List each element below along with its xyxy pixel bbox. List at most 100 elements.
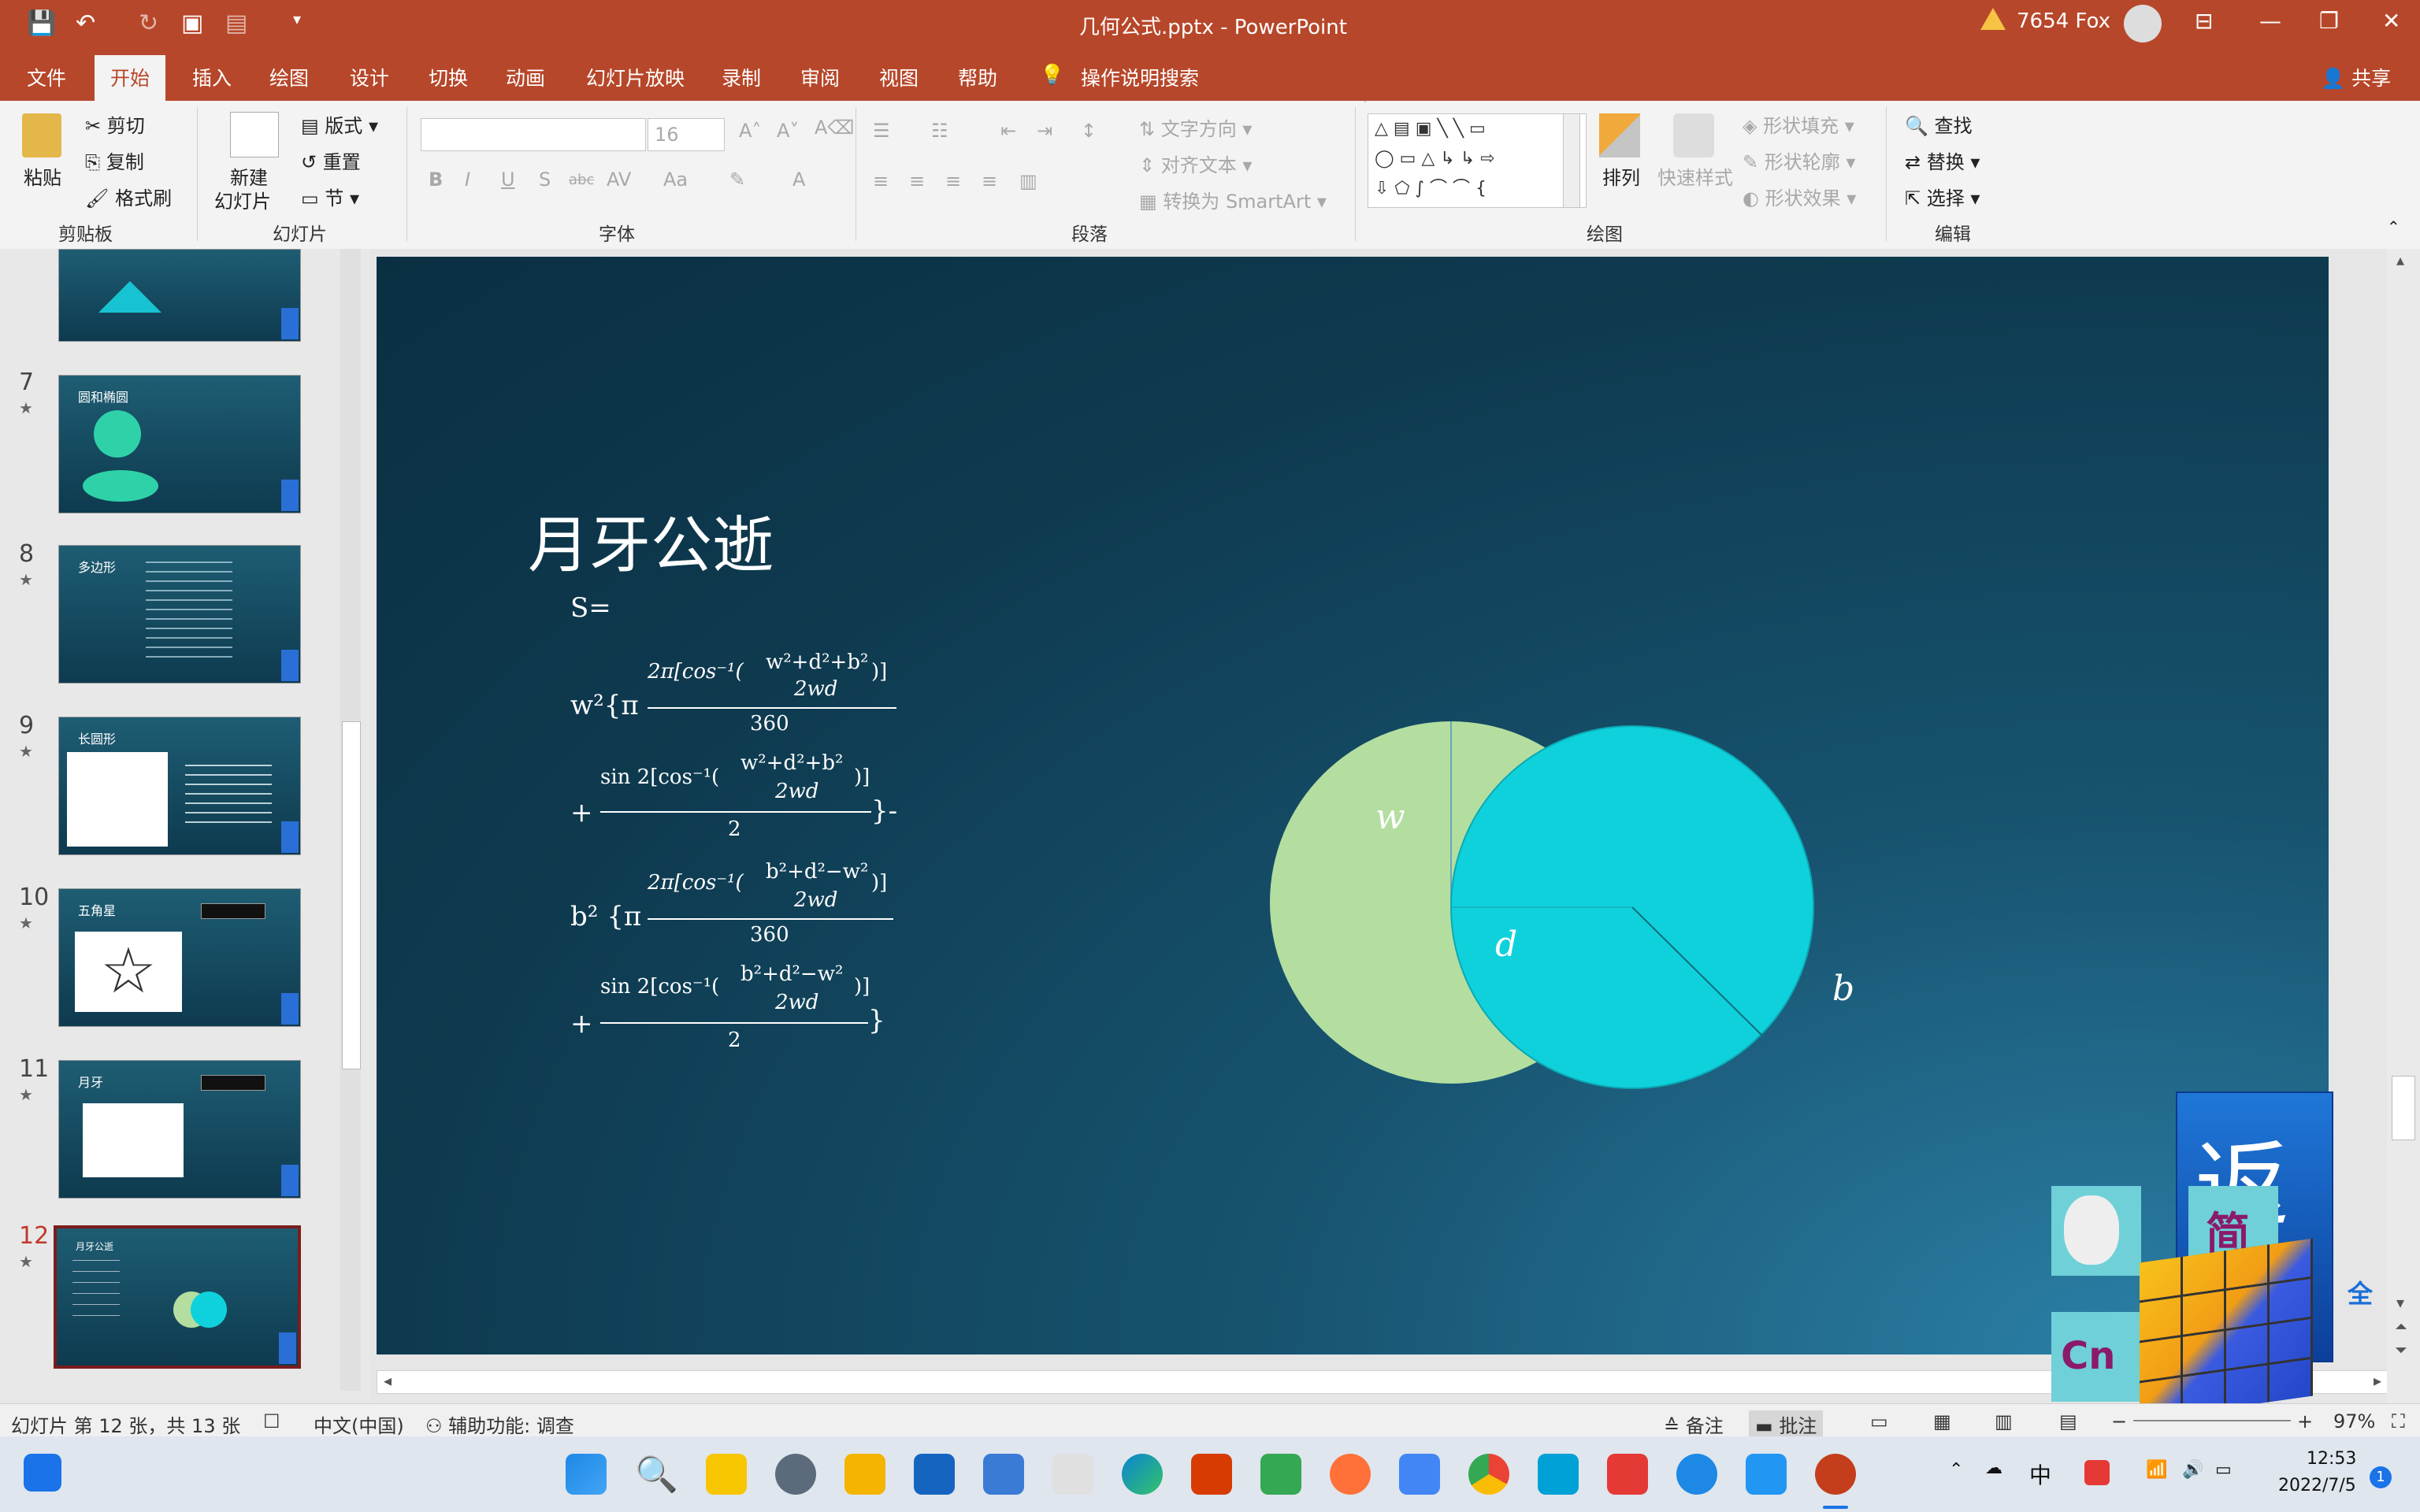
tab-slideshow[interactable]: 幻灯片放映 bbox=[586, 63, 685, 91]
shadow-icon[interactable]: S bbox=[539, 169, 551, 191]
scroll-handle[interactable] bbox=[2392, 1076, 2415, 1140]
ime-skin-button[interactable] bbox=[2051, 1186, 2141, 1276]
normal-view-icon[interactable]: ▭ bbox=[1870, 1410, 1888, 1432]
cut-button[interactable]: ✂ 剪切 bbox=[85, 110, 145, 138]
notes-button[interactable]: ≙ 备注 bbox=[1664, 1410, 1724, 1438]
tray-overflow-icon[interactable]: ⌃ bbox=[1949, 1460, 1963, 1480]
shape-effects-button[interactable]: ◐ 形状效果 ▾ bbox=[1743, 183, 1856, 210]
font-shrink-icon[interactable]: A˅ bbox=[777, 120, 799, 142]
font-size-input[interactable]: 16 bbox=[648, 118, 725, 151]
tab-transitions[interactable]: 切换 bbox=[429, 63, 468, 91]
new-slide-label[interactable]: 幻灯片 bbox=[214, 186, 271, 213]
close-icon[interactable]: ✕ bbox=[2382, 8, 2400, 34]
replace-button[interactable]: ⇄ 替换 ▾ bbox=[1905, 146, 1980, 174]
ime-cube-icon[interactable] bbox=[2140, 1238, 2313, 1421]
find-button[interactable]: 🔍 查找 bbox=[1905, 110, 1973, 138]
format-painter-button[interactable]: 🖌 格式刷 bbox=[85, 183, 172, 210]
slide-thumbnail[interactable]: 五角星 ☆ bbox=[58, 888, 301, 1027]
arrange-button[interactable]: 排列 bbox=[1602, 162, 1640, 190]
volume-icon[interactable]: 🔊 bbox=[2182, 1460, 2203, 1480]
tab-record[interactable]: 录制 bbox=[722, 63, 761, 91]
justify-icon[interactable]: ≡ bbox=[982, 170, 997, 192]
start-icon[interactable] bbox=[566, 1454, 607, 1495]
font-grow-icon[interactable]: A˄ bbox=[739, 120, 761, 142]
edge-icon[interactable] bbox=[1122, 1454, 1163, 1495]
tab-help[interactable]: 帮助 bbox=[958, 63, 997, 91]
highlight-icon[interactable]: ✎ bbox=[729, 169, 745, 191]
file-explorer-icon[interactable] bbox=[844, 1454, 885, 1495]
align-text-button[interactable]: ⇕ 对齐文本 ▾ bbox=[1139, 150, 1252, 177]
notification-badge[interactable]: 1 bbox=[2370, 1466, 2392, 1488]
strikethrough-icon[interactable]: abc bbox=[569, 172, 594, 188]
redo-icon[interactable]: ↻ bbox=[139, 9, 158, 37]
game-icon[interactable] bbox=[1607, 1454, 1648, 1495]
scroll-down-icon[interactable]: ▾ bbox=[2396, 1293, 2404, 1312]
zoom-slider[interactable] bbox=[2133, 1420, 2291, 1421]
thumb-scroll-handle[interactable] bbox=[342, 721, 361, 1069]
zoom-out-icon[interactable]: − bbox=[2111, 1410, 2127, 1432]
tab-home[interactable]: 开始 bbox=[95, 55, 166, 101]
language-indicator[interactable]: 中文(中国) bbox=[314, 1410, 404, 1438]
python-file-icon[interactable] bbox=[1052, 1454, 1093, 1495]
ime-full-width-label[interactable]: 全 bbox=[2348, 1274, 2373, 1310]
share-button[interactable]: 👤 共享 bbox=[2321, 63, 2391, 91]
collapse-ribbon-icon[interactable]: ⌃ bbox=[2387, 217, 2400, 236]
present-icon[interactable]: ▣ bbox=[181, 9, 203, 37]
comments-button[interactable]: ▬ 批注 bbox=[1749, 1410, 1824, 1438]
reset-button[interactable]: ↺ 重置 bbox=[301, 146, 361, 174]
zoom-level[interactable]: 97% bbox=[2333, 1410, 2375, 1432]
shape-fill-button[interactable]: ◈ 形状填充 ▾ bbox=[1743, 110, 1854, 138]
search-icon[interactable]: 🔍 bbox=[635, 1454, 678, 1495]
font-color-icon[interactable]: A bbox=[792, 169, 805, 191]
onedrive-icon[interactable]: ☁ bbox=[1985, 1458, 2002, 1478]
settings-icon[interactable] bbox=[775, 1454, 816, 1495]
ime-indicator[interactable]: 中 bbox=[2029, 1458, 2051, 1490]
lark-icon[interactable] bbox=[1746, 1454, 1787, 1495]
paste-button[interactable]: 粘贴 bbox=[24, 162, 61, 190]
quick-styles-icon[interactable] bbox=[1673, 113, 1714, 158]
scroll-right-icon[interactable]: ▸ bbox=[2374, 1371, 2381, 1390]
align-right-icon[interactable]: ≡ bbox=[945, 170, 961, 192]
shape-outline-button[interactable]: ✎ 形状轮廓 ▾ bbox=[1743, 146, 1855, 174]
chrome-icon[interactable] bbox=[1468, 1454, 1509, 1495]
slide-thumbnail[interactable]: 长圆形 bbox=[58, 717, 301, 855]
tab-insert[interactable]: 插入 bbox=[192, 63, 232, 91]
zoom-in-icon[interactable]: + bbox=[2297, 1410, 2313, 1432]
photos-icon[interactable] bbox=[983, 1454, 1024, 1495]
spelling-icon[interactable]: ☐ bbox=[263, 1410, 280, 1432]
decrease-indent-icon[interactable]: ⇤ bbox=[1000, 120, 1016, 142]
sticky-notes-icon[interactable] bbox=[706, 1454, 747, 1495]
undo-icon[interactable]: ↶ bbox=[76, 9, 95, 37]
slide-title[interactable]: 月牙公逝 bbox=[528, 496, 774, 584]
tab-review[interactable]: 审阅 bbox=[800, 63, 840, 91]
mail-icon[interactable] bbox=[914, 1454, 955, 1495]
customize-qat-icon[interactable]: ▾ bbox=[293, 9, 301, 28]
shapes-gallery-scroll[interactable] bbox=[1563, 113, 1580, 208]
italic-icon[interactable]: I bbox=[465, 169, 470, 191]
slideshow-view-icon[interactable]: ▤ bbox=[2059, 1410, 2077, 1432]
save-icon[interactable]: 💾 bbox=[27, 9, 56, 37]
underline-icon[interactable]: U bbox=[501, 169, 515, 191]
slide-thumbnail[interactable] bbox=[58, 249, 301, 342]
tell-me-search[interactable]: 操作说明搜索 bbox=[1081, 63, 1199, 91]
tab-design[interactable]: 设计 bbox=[350, 63, 389, 91]
slide-thumbnail-selected[interactable]: 月牙公逝 bbox=[54, 1225, 301, 1369]
translator-icon[interactable] bbox=[1260, 1454, 1301, 1495]
next-slide-icon[interactable]: ⏷ bbox=[2395, 1340, 2407, 1359]
bilibili-icon[interactable] bbox=[1538, 1454, 1579, 1495]
reading-view-icon[interactable]: ▥ bbox=[1995, 1410, 2013, 1432]
tab-view[interactable]: 视图 bbox=[879, 63, 919, 91]
line-spacing-icon[interactable]: ↕ bbox=[1081, 120, 1097, 142]
new-slide-icon[interactable] bbox=[230, 112, 279, 158]
slide-thumbnail[interactable]: 月牙 bbox=[58, 1060, 301, 1199]
text-direction-button[interactable]: ⇅ 文字方向 ▾ bbox=[1139, 113, 1252, 141]
vertical-scrollbar[interactable]: ▴ ▾ ⏶ ⏷ bbox=[2387, 249, 2420, 1403]
scroll-up-icon[interactable]: ▴ bbox=[2396, 250, 2404, 269]
maps-icon[interactable] bbox=[1399, 1454, 1440, 1495]
thumb-scrollbar[interactable] bbox=[340, 249, 361, 1391]
clock-time[interactable]: 12:53 bbox=[2307, 1449, 2356, 1469]
paste-icon[interactable] bbox=[22, 113, 61, 158]
clear-format-icon[interactable]: A⌫ bbox=[815, 117, 854, 139]
clock-date[interactable]: 2022/7/5 bbox=[2278, 1476, 2356, 1495]
increase-indent-icon[interactable]: ⇥ bbox=[1037, 120, 1052, 142]
